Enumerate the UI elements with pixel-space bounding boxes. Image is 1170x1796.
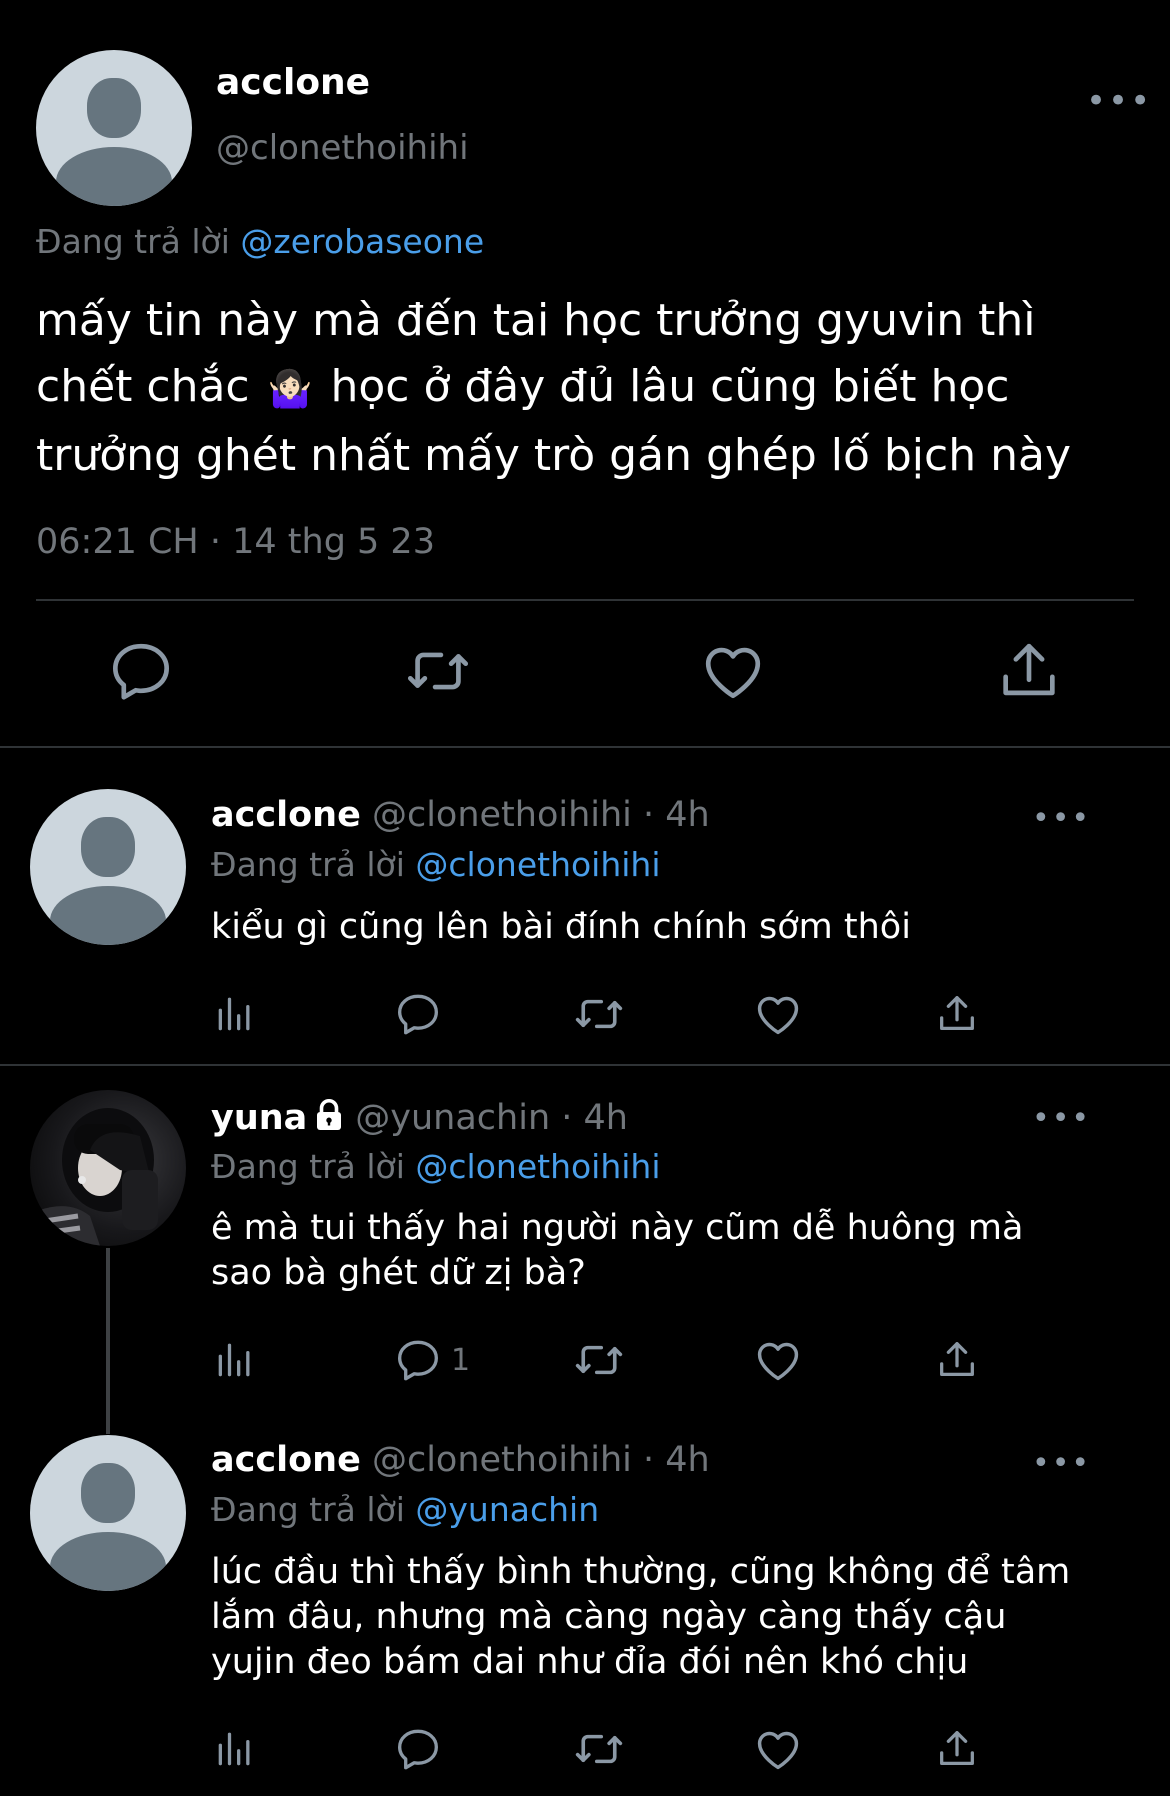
tweet-text-line: lúc đầu thì thấy bình thường, cũng không… [211, 1552, 1071, 1592]
display-name[interactable]: acclone [211, 795, 361, 835]
action-bar: 1 [0, 1332, 1170, 1388]
tweet-text: ê mà tui thấy hai người này cũm dễ huông… [211, 1206, 1111, 1296]
handle-time[interactable]: @clonethoihihi · 4h [372, 1440, 710, 1480]
tweet-text-line: chết chắc 🤷🏻‍♀️ học ở đây đủ lâu cũng bi… [36, 354, 1136, 423]
default-avatar-body [50, 886, 166, 945]
more-options-icon[interactable]: ••• [1032, 1449, 1091, 1479]
reply-icon[interactable] [393, 986, 451, 1042]
replying-to: Đang trả lời @zerobaseone [36, 222, 484, 261]
tweet-text: lúc đầu thì thấy bình thường, cũng không… [211, 1550, 1111, 1685]
default-avatar-head [81, 817, 135, 877]
reply-icon[interactable]: 1 [393, 1332, 470, 1388]
more-options-icon[interactable]: ••• [1032, 804, 1091, 834]
tweet-thread: acclone @clonethoihihi ••• Đang trả lời … [0, 0, 1170, 1796]
avatar[interactable] [36, 50, 192, 206]
default-avatar-body [50, 1532, 166, 1591]
action-bar [0, 986, 1170, 1042]
tweet-header: acclone @clonethoihihi · 4h [211, 795, 710, 835]
avatar[interactable] [30, 789, 186, 945]
tweet-text-segment: chết chắc [36, 361, 250, 412]
views-icon[interactable] [213, 1332, 257, 1388]
mention-link[interactable]: @clonethoihihi [415, 1147, 660, 1186]
mention-link[interactable]: @clonethoihihi [415, 845, 660, 884]
divider [0, 1064, 1170, 1066]
replying-prefix: Đang trả lời [211, 845, 405, 884]
handle-time[interactable]: @clonethoihihi · 4h [372, 795, 710, 835]
retweet-icon[interactable] [403, 636, 473, 706]
retweet-icon[interactable] [572, 1721, 626, 1777]
replying-prefix: Đang trả lời [36, 222, 230, 261]
action-bar [0, 636, 1170, 706]
default-avatar-head [81, 1463, 135, 1523]
divider [0, 746, 1170, 748]
handle[interactable]: @clonethoihihi [216, 128, 469, 168]
like-icon[interactable] [752, 1721, 804, 1777]
retweet-icon[interactable] [572, 1332, 626, 1388]
replying-to: Đang trả lời @clonethoihihi [211, 845, 661, 884]
lock-icon [311, 1097, 347, 1133]
share-icon[interactable] [994, 636, 1064, 706]
views-icon[interactable] [213, 1721, 257, 1777]
like-icon[interactable] [698, 636, 768, 706]
tweet-text-line: ê mà tui thấy hai người này cũm dễ huông… [211, 1208, 1024, 1248]
share-icon[interactable] [934, 1332, 980, 1388]
tweet-text: kiểu gì cũng lên bài đính chính sớm thôi [211, 907, 911, 947]
replying-prefix: Đang trả lời [211, 1490, 405, 1529]
tweet-text-line: trưởng ghét nhất mấy trò gán ghép lố bịc… [36, 430, 1071, 481]
retweet-icon[interactable] [572, 986, 626, 1042]
tweet-text-line: sao bà ghét dữ zị bà? [211, 1253, 586, 1293]
views-icon[interactable] [213, 986, 257, 1042]
default-avatar-head [87, 78, 141, 138]
display-name[interactable]: acclone [211, 1440, 361, 1480]
reply-icon[interactable] [106, 636, 176, 706]
main-tweet: acclone @clonethoihihi ••• Đang trả lời … [0, 0, 1170, 746]
tweet-header: yuna @yunachin · 4h [211, 1097, 628, 1138]
mention-link[interactable]: @zerobaseone [240, 222, 484, 261]
reply-icon[interactable] [393, 1721, 451, 1777]
tweet-text-line: yujin đeo bám dai như đỉa đói nên khó ch… [211, 1642, 969, 1682]
tweet-text-segment: học ở đây đủ lâu cũng biết học [330, 361, 1010, 412]
mention-link[interactable]: @yunachin [415, 1490, 599, 1529]
more-options-icon[interactable]: ••• [1032, 1104, 1091, 1134]
like-icon[interactable] [752, 986, 804, 1042]
replying-prefix: Đang trả lời [211, 1147, 405, 1186]
replying-to: Đang trả lời @yunachin [211, 1490, 599, 1529]
divider [36, 599, 1134, 601]
avatar[interactable] [30, 1435, 186, 1591]
tweet-text-line: lắm đâu, nhưng mà càng ngày càng thấy cậ… [211, 1597, 1007, 1637]
more-options-icon[interactable]: ••• [1086, 84, 1152, 118]
thread-connector [106, 1248, 110, 1434]
share-icon[interactable] [934, 986, 980, 1042]
share-icon[interactable] [934, 1721, 980, 1777]
like-icon[interactable] [752, 1332, 804, 1388]
timestamp[interactable]: 06:21 CH · 14 thg 5 23 [36, 522, 435, 562]
default-avatar-body [56, 147, 172, 206]
tweet-header: acclone @clonethoihihi · 4h [211, 1440, 710, 1480]
replying-to: Đang trả lời @clonethoihihi [211, 1147, 661, 1186]
reply-count: 1 [451, 1342, 471, 1378]
action-bar [0, 1721, 1170, 1777]
tweet-text: mấy tin này mà đến tai học trưởng gyuvin… [36, 288, 1136, 489]
shrug-emoji-icon: 🤷🏻‍♀️ [267, 369, 313, 410]
display-name[interactable]: acclone [216, 62, 370, 103]
handle-time[interactable]: @yunachin · 4h [355, 1098, 628, 1138]
tweet-text-line: mấy tin này mà đến tai học trưởng gyuvin… [36, 295, 1036, 346]
avatar[interactable] [30, 1090, 186, 1246]
profile-photo-icon [30, 1108, 158, 1246]
display-name[interactable]: yuna [211, 1098, 307, 1138]
